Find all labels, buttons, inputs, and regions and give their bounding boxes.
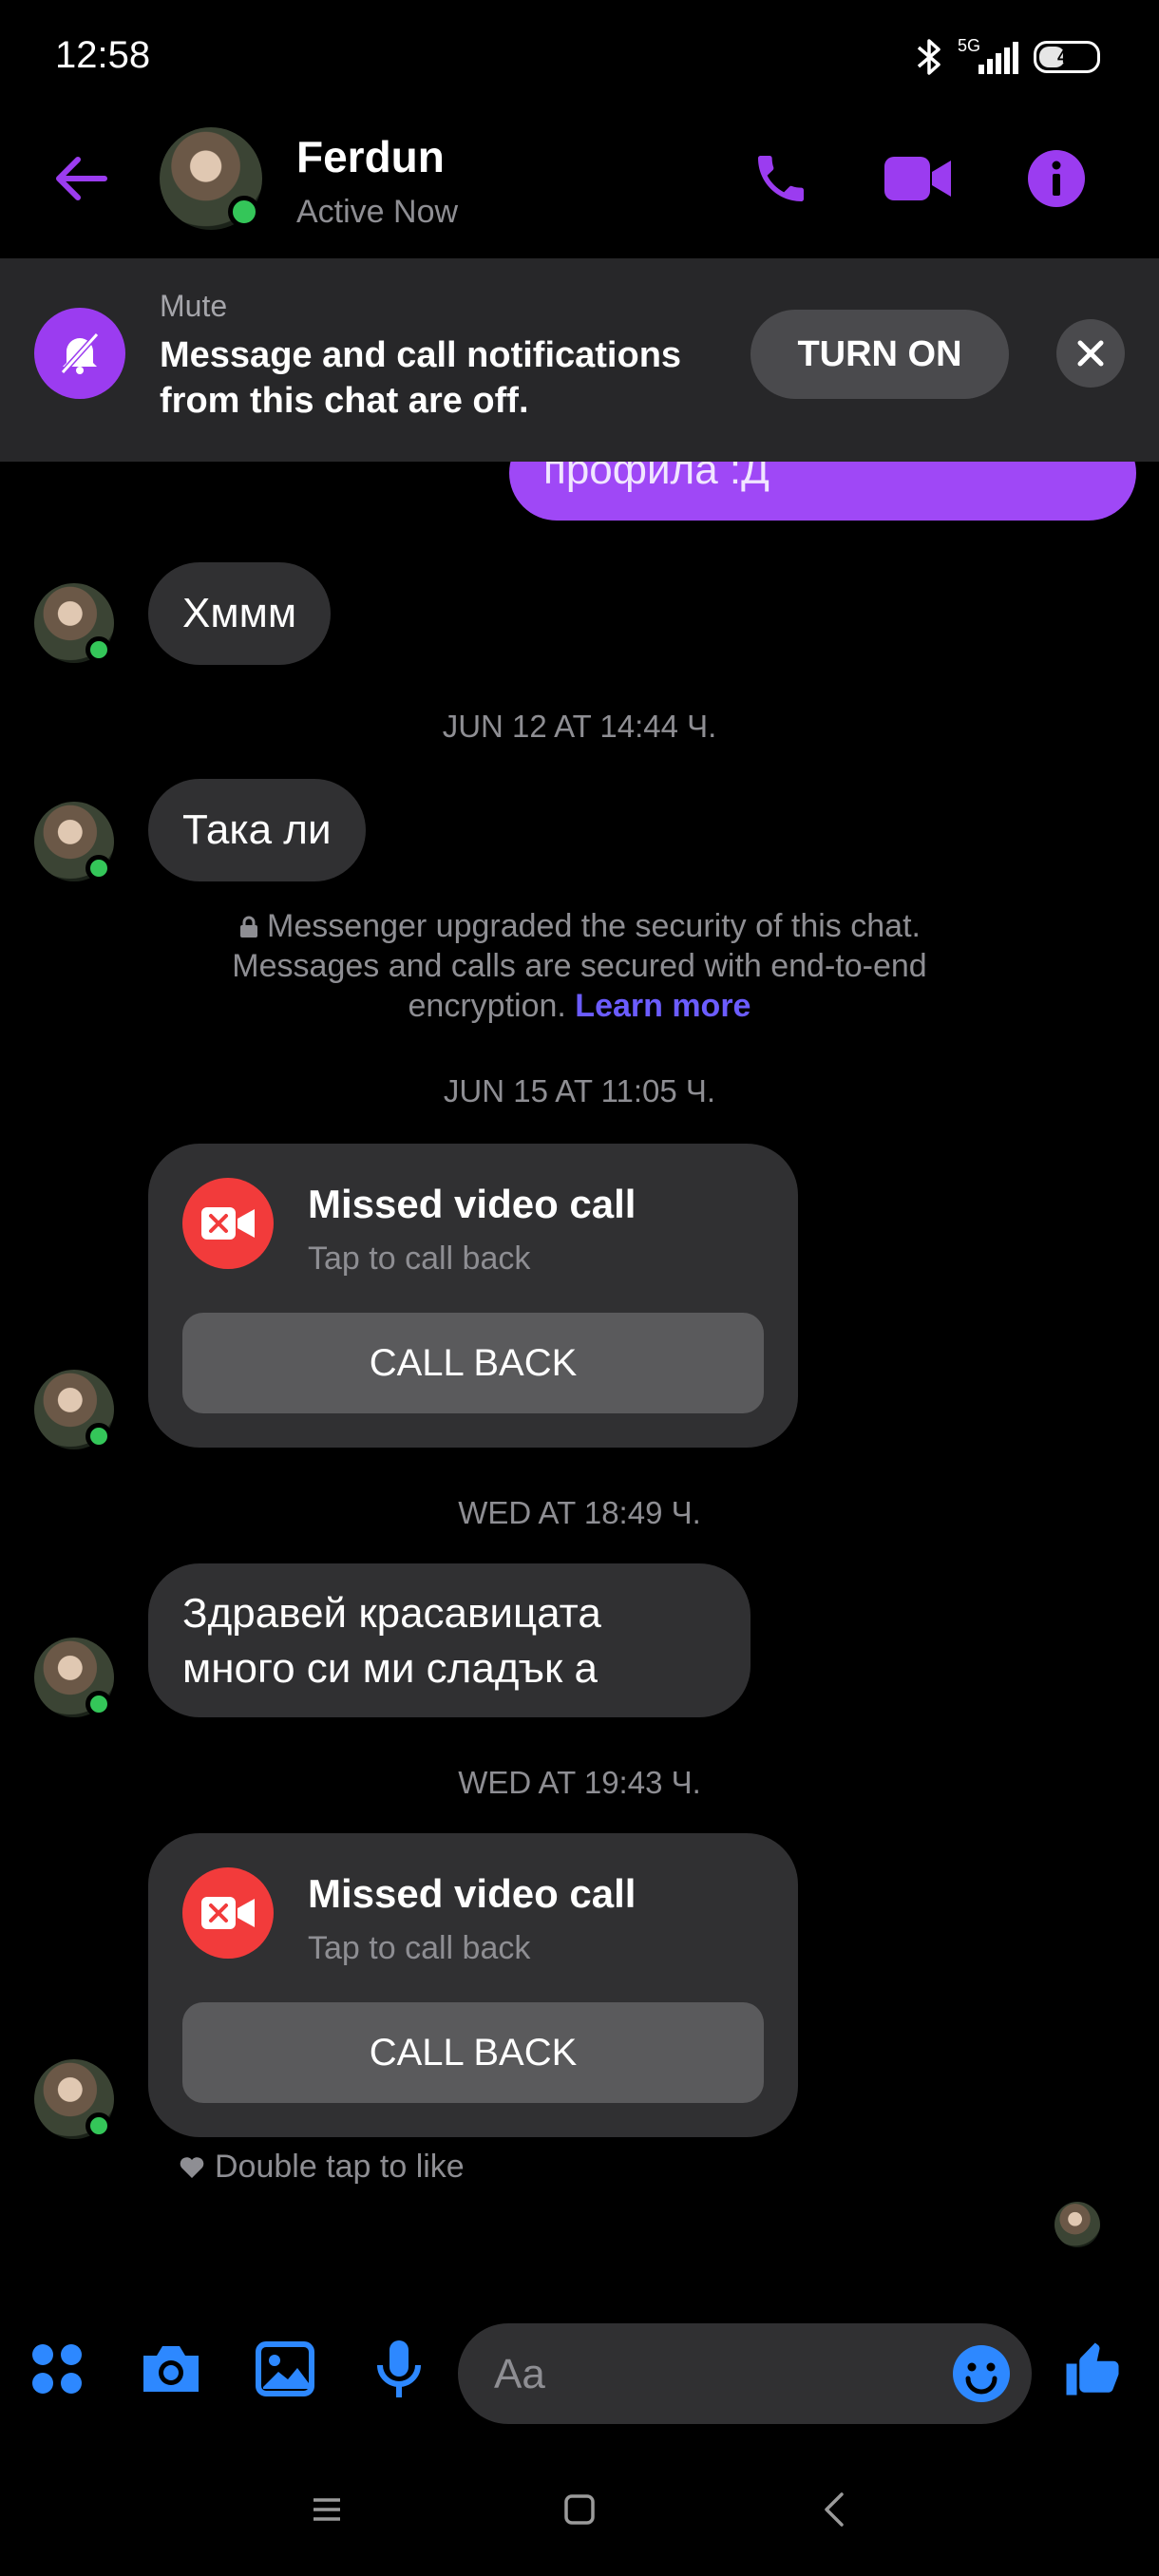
image-icon <box>256 2341 314 2396</box>
online-indicator <box>86 855 112 881</box>
incoming-message-bubble[interactable]: Хммм <box>148 562 332 665</box>
incoming-message-bubble[interactable]: Така ли <box>148 779 366 881</box>
thumbs-up-icon <box>1066 2342 1119 2396</box>
learn-more-link[interactable]: Learn more <box>575 988 750 1024</box>
timestamp: JUN 15 AT 11:05 Ч. <box>443 1073 716 1108</box>
bell-off-icon <box>60 331 100 375</box>
menu-icon <box>314 2498 340 2521</box>
message-input[interactable] <box>492 2323 914 2426</box>
status-time: 12:58 <box>55 34 151 76</box>
missed-call-title: Missed video call <box>308 1182 636 1226</box>
bluetooth-icon <box>917 39 940 75</box>
camera-icon <box>143 2346 199 2392</box>
voice-message-button[interactable] <box>363 2329 435 2409</box>
close-icon <box>1077 340 1104 367</box>
menu-nav-button[interactable] <box>298 2481 355 2538</box>
emoji-button[interactable] <box>952 2344 1011 2408</box>
battery-icon: 49 <box>1034 41 1100 73</box>
status-icons: 5G 49 <box>916 34 1100 80</box>
call-back-button[interactable]: CALL BACK <box>182 2002 764 2103</box>
video-call-button[interactable] <box>882 142 954 215</box>
seen-avatar <box>1054 2202 1100 2247</box>
heart-icon <box>180 2156 204 2178</box>
missed-video-call-icon <box>201 1897 255 1929</box>
call-back-button[interactable]: CALL BACK <box>182 1313 764 1413</box>
missed-call-subtitle: Tap to call back <box>308 1241 531 1277</box>
online-indicator <box>86 2112 112 2139</box>
microphone-icon <box>377 2340 421 2397</box>
back-arrow-icon <box>56 157 107 200</box>
emoji-icon <box>953 2345 1010 2402</box>
online-indicator <box>86 1423 112 1449</box>
online-indicator <box>86 1691 112 1717</box>
timestamp: WED AT 19:43 Ч. <box>458 1765 701 1800</box>
camera-button[interactable] <box>135 2329 207 2409</box>
chevron-left-icon <box>825 2492 844 2527</box>
mute-indicator <box>34 308 125 399</box>
contact-status: Active Now <box>296 194 459 230</box>
dismiss-banner-button[interactable] <box>1056 319 1125 388</box>
like-button[interactable] <box>1056 2329 1129 2409</box>
more-actions-button[interactable] <box>21 2329 93 2409</box>
turn-on-notifications-button[interactable]: TURN ON <box>750 310 1009 399</box>
online-indicator <box>86 636 112 663</box>
mute-title: Mute <box>160 289 228 323</box>
double-tap-hint: Double tap to like <box>179 2149 465 2186</box>
missed-call-subtitle: Tap to call back <box>308 1930 531 1966</box>
phone-icon <box>758 156 804 201</box>
gallery-button[interactable] <box>249 2329 321 2409</box>
voice-call-button[interactable] <box>745 142 817 215</box>
encryption-notice: Messenger upgraded the security of this … <box>171 906 988 1026</box>
missed-video-call-icon <box>201 1207 255 1240</box>
mute-description: Message and call notifications from this… <box>160 335 682 421</box>
home-nav-button[interactable] <box>551 2481 608 2538</box>
home-square-icon <box>564 2494 595 2525</box>
lock-icon <box>240 916 258 938</box>
missed-call-indicator <box>182 1178 274 1269</box>
timestamp: JUN 12 AT 14:44 Ч. <box>442 709 717 744</box>
online-indicator <box>228 196 260 228</box>
timestamp: WED AT 18:49 Ч. <box>458 1495 701 1530</box>
info-icon <box>1028 150 1085 207</box>
info-button[interactable] <box>1020 142 1092 215</box>
contact-name[interactable]: Ferdun <box>296 131 445 182</box>
message-input-container[interactable] <box>458 2323 1032 2426</box>
signal-icon: 5G <box>958 36 1020 78</box>
back-nav-button[interactable] <box>806 2481 863 2538</box>
double-tap-text: Double tap to like <box>215 2149 465 2185</box>
four-dots-icon <box>32 2344 82 2394</box>
incoming-message-bubble[interactable]: Здравей красавицата много си ми сладък а <box>148 1563 750 1717</box>
video-camera-icon <box>884 157 951 200</box>
missed-call-title: Missed video call <box>308 1871 636 1916</box>
missed-call-indicator <box>182 1867 274 1959</box>
back-button[interactable] <box>44 142 116 215</box>
